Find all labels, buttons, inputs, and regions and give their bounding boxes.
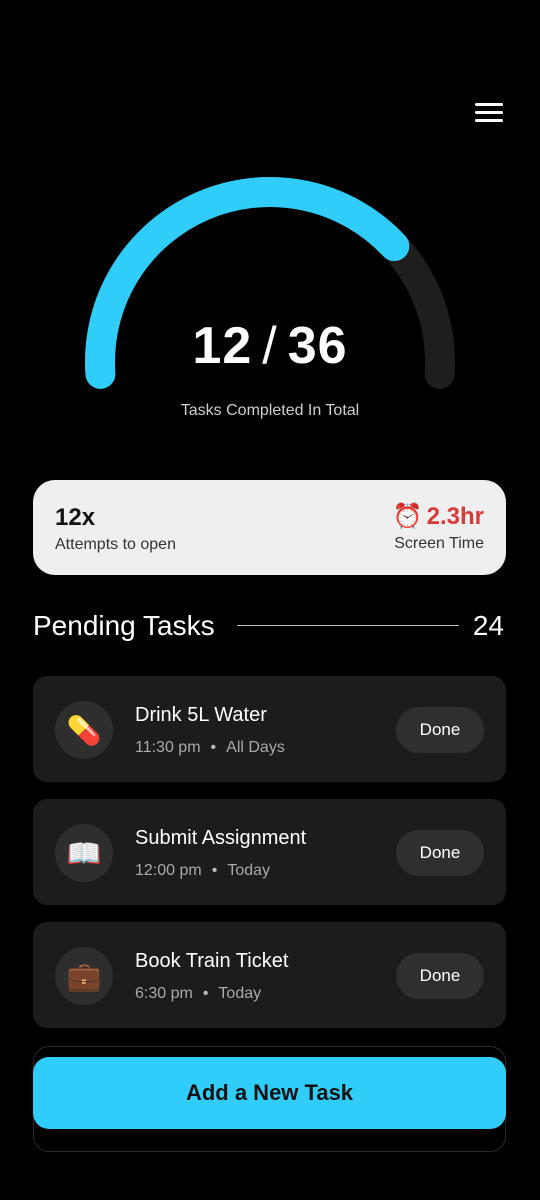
task-title: Submit Assignment xyxy=(135,827,307,849)
meta-dot: • xyxy=(210,739,217,756)
meta-dot: • xyxy=(202,985,209,1002)
usage-stats-card: 12x Attempts to open ⏰ 2.3hr Screen Time xyxy=(33,480,506,575)
count-separator: / xyxy=(262,317,278,375)
alarm-clock-icon: ⏰ xyxy=(392,503,423,530)
tasks-count: 12/36 xyxy=(70,316,470,376)
meta-dot: • xyxy=(211,862,218,879)
task-schedule: Today xyxy=(218,985,262,1002)
hamburger-menu-icon[interactable] xyxy=(472,98,506,128)
task-time: 11:30 pm xyxy=(135,739,201,756)
done-button[interactable]: Done xyxy=(396,707,484,753)
completed-count: 12 xyxy=(192,317,253,375)
screen-time-value: 2.3hr xyxy=(426,503,484,530)
attempts-value: 12x xyxy=(55,504,96,531)
briefcase-icon: 💼 xyxy=(55,947,113,1005)
task-title: Book Train Ticket xyxy=(135,950,289,972)
add-new-task-button[interactable]: Add a New Task xyxy=(33,1057,506,1129)
task-schedule: Today xyxy=(227,862,271,879)
total-count: 36 xyxy=(287,317,348,375)
tasks-progress-gauge: 12/36 Tasks Completed In Total xyxy=(70,170,470,450)
pending-tasks-title: Pending Tasks xyxy=(33,610,215,641)
task-schedule: All Days xyxy=(226,739,285,756)
pending-tasks-count: 24 xyxy=(472,610,504,641)
task-meta: 11:30 pm • All Days xyxy=(135,739,285,757)
gauge-caption: Tasks Completed In Total xyxy=(180,402,360,419)
task-time: 6:30 pm xyxy=(135,985,193,1002)
open-book-icon: 📖 xyxy=(55,824,113,882)
task-card: 💊 Drink 5L Water 11:30 pm • All Days Done xyxy=(33,676,506,782)
done-button[interactable]: Done xyxy=(396,953,484,999)
done-button[interactable]: Done xyxy=(396,830,484,876)
pill-icon: 💊 xyxy=(55,701,113,759)
task-meta: 12:00 pm • Today xyxy=(135,862,270,880)
task-card: 💼 Book Train Ticket 6:30 pm • Today Done xyxy=(33,922,506,1028)
pending-tasks-header: Pending Tasks 24 xyxy=(33,606,506,646)
task-meta: 6:30 pm • Today xyxy=(135,985,261,1003)
task-time: 12:00 pm xyxy=(135,862,202,879)
header-divider xyxy=(237,625,459,626)
attempts-label: Attempts to open xyxy=(55,536,176,553)
task-title: Drink 5L Water xyxy=(135,704,267,726)
screen-time-label: Screen Time xyxy=(394,535,484,552)
task-card: 📖 Submit Assignment 12:00 pm • Today Done xyxy=(33,799,506,905)
